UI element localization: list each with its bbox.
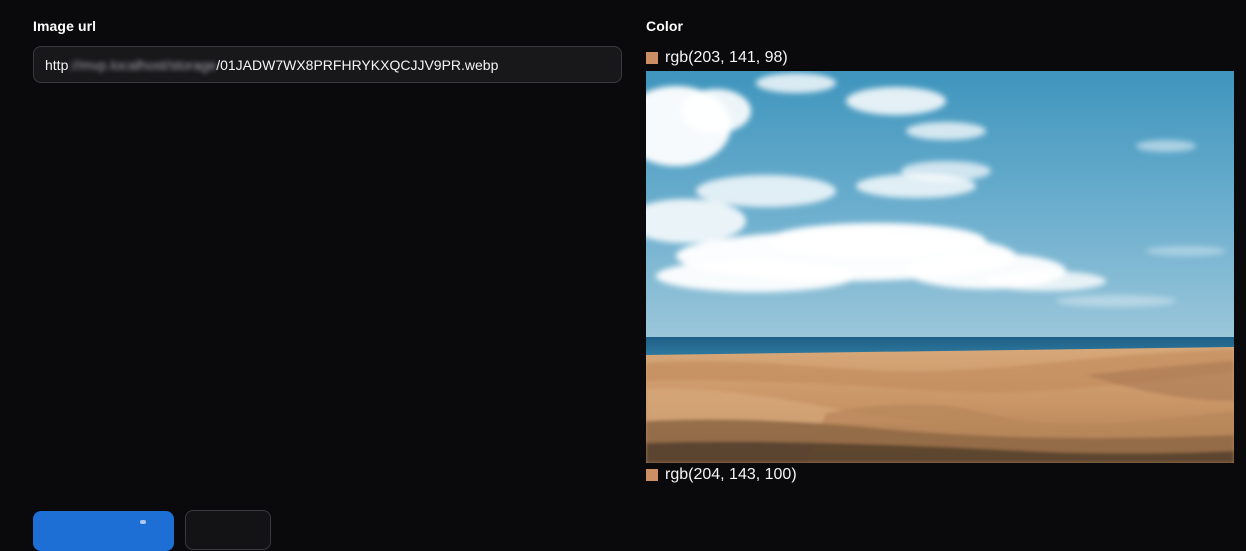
color-text-bottom: rgb(204, 143, 100) xyxy=(665,466,797,483)
image-url-prefix: http xyxy=(45,56,69,73)
color-text-top: rgb(203, 141, 98) xyxy=(665,49,788,66)
color-value-top: rgb(203, 141, 98) xyxy=(646,49,788,67)
color-label: Color xyxy=(646,18,684,34)
button-label-fragment xyxy=(140,520,146,524)
image-preview xyxy=(646,71,1234,463)
image-url-blurred-host: ://mvp.localhost/storage xyxy=(68,56,217,73)
color-value-bottom: rgb(204, 143, 100) xyxy=(646,466,797,484)
image-url-input[interactable]: http://mvp.localhost/storage/01JADW7WX8P… xyxy=(33,46,622,83)
desert-dunes-photo xyxy=(646,71,1234,463)
secondary-button[interactable] xyxy=(185,510,271,550)
image-url-label: Image url xyxy=(33,18,97,34)
primary-button[interactable] xyxy=(33,511,174,551)
image-url-suffix: /01JADW7WX8PRFHRYKXQCJJV9PR.webp xyxy=(216,56,499,73)
color-swatch-top xyxy=(646,52,658,64)
color-swatch-bottom xyxy=(646,469,658,481)
